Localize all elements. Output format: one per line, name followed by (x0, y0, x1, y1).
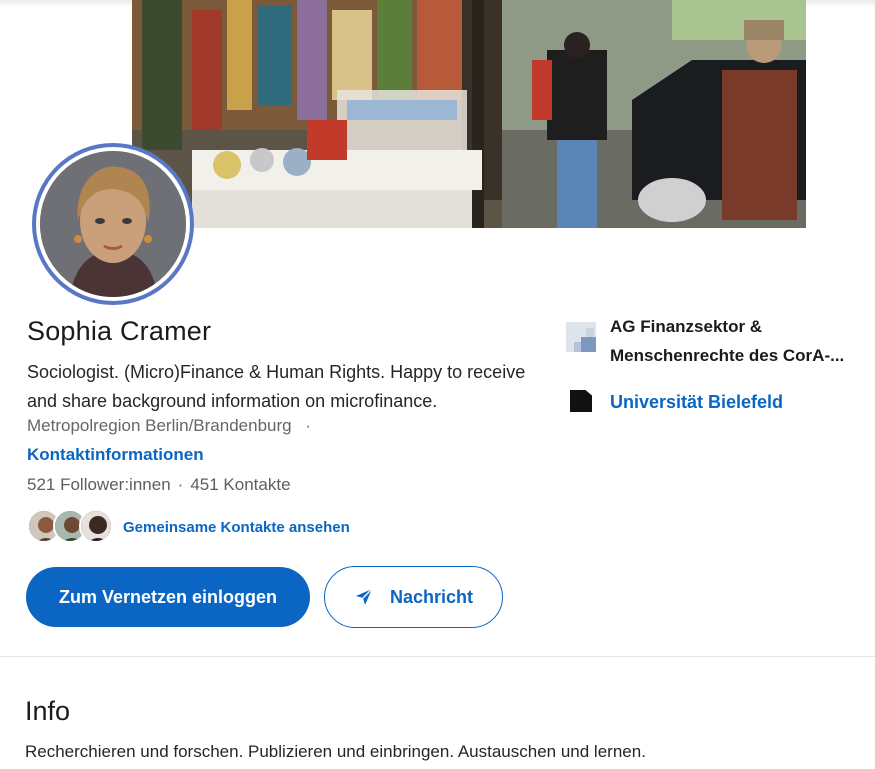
organization-name[interactable]: AG Finanzsektor & Menschenrechte des Cor… (610, 312, 875, 370)
mutual-connections-link[interactable]: Gemeinsame Kontakte ansehen (123, 519, 350, 536)
location-text: Metropolregion Berlin/Brandenburg (27, 416, 292, 435)
info-section-title: Info (25, 696, 71, 726)
connections-count: 451 Kontakte (190, 475, 291, 494)
message-button[interactable]: Nachricht (324, 566, 503, 628)
stats-separator: · (177, 475, 184, 494)
message-button-label: Nachricht (389, 586, 474, 607)
profile-headline: Sociologist. (Micro)Finance & Human Righ… (27, 362, 526, 411)
organization-name-line2: Menschenrechte des CorA-... (610, 346, 845, 365)
experience-item-organization[interactable]: AG Finanzsektor & Menschenrechte des Cor… (566, 312, 875, 370)
cover-photo (132, 0, 806, 228)
send-icon (354, 587, 374, 607)
mutual-avatar (79, 509, 113, 543)
experience-item-university[interactable]: Universität Bielefeld (566, 388, 783, 416)
mutual-connections[interactable]: Gemeinsame Kontakte ansehen (27, 509, 350, 545)
contact-info-link[interactable]: Kontaktinformationen (27, 445, 204, 465)
organization-name-line1: AG Finanzsektor & (610, 317, 763, 336)
university-name[interactable]: Universität Bielefeld (610, 388, 783, 416)
profile-location: Metropolregion Berlin/Brandenburg · (27, 416, 311, 436)
profile-stats: 521 Follower:innen · 451 Kontakte (27, 475, 291, 495)
university-logo (570, 390, 592, 412)
location-separator: · (305, 416, 312, 435)
mutual-connection-avatars (27, 509, 113, 545)
profile-name: Sophia Cramer (27, 316, 212, 346)
organization-logo (566, 322, 596, 352)
connect-login-button[interactable]: Zum Vernetzen einloggen (26, 567, 310, 627)
followers-count: 521 Follower:innen (27, 475, 171, 494)
profile-top-card: Sophia Cramer Sociologist. (Micro)Financ… (0, 0, 875, 657)
info-section-text: Recherchieren und forschen. Publizieren … (25, 742, 646, 761)
avatar[interactable] (32, 143, 194, 305)
avatar-photo (40, 151, 186, 297)
